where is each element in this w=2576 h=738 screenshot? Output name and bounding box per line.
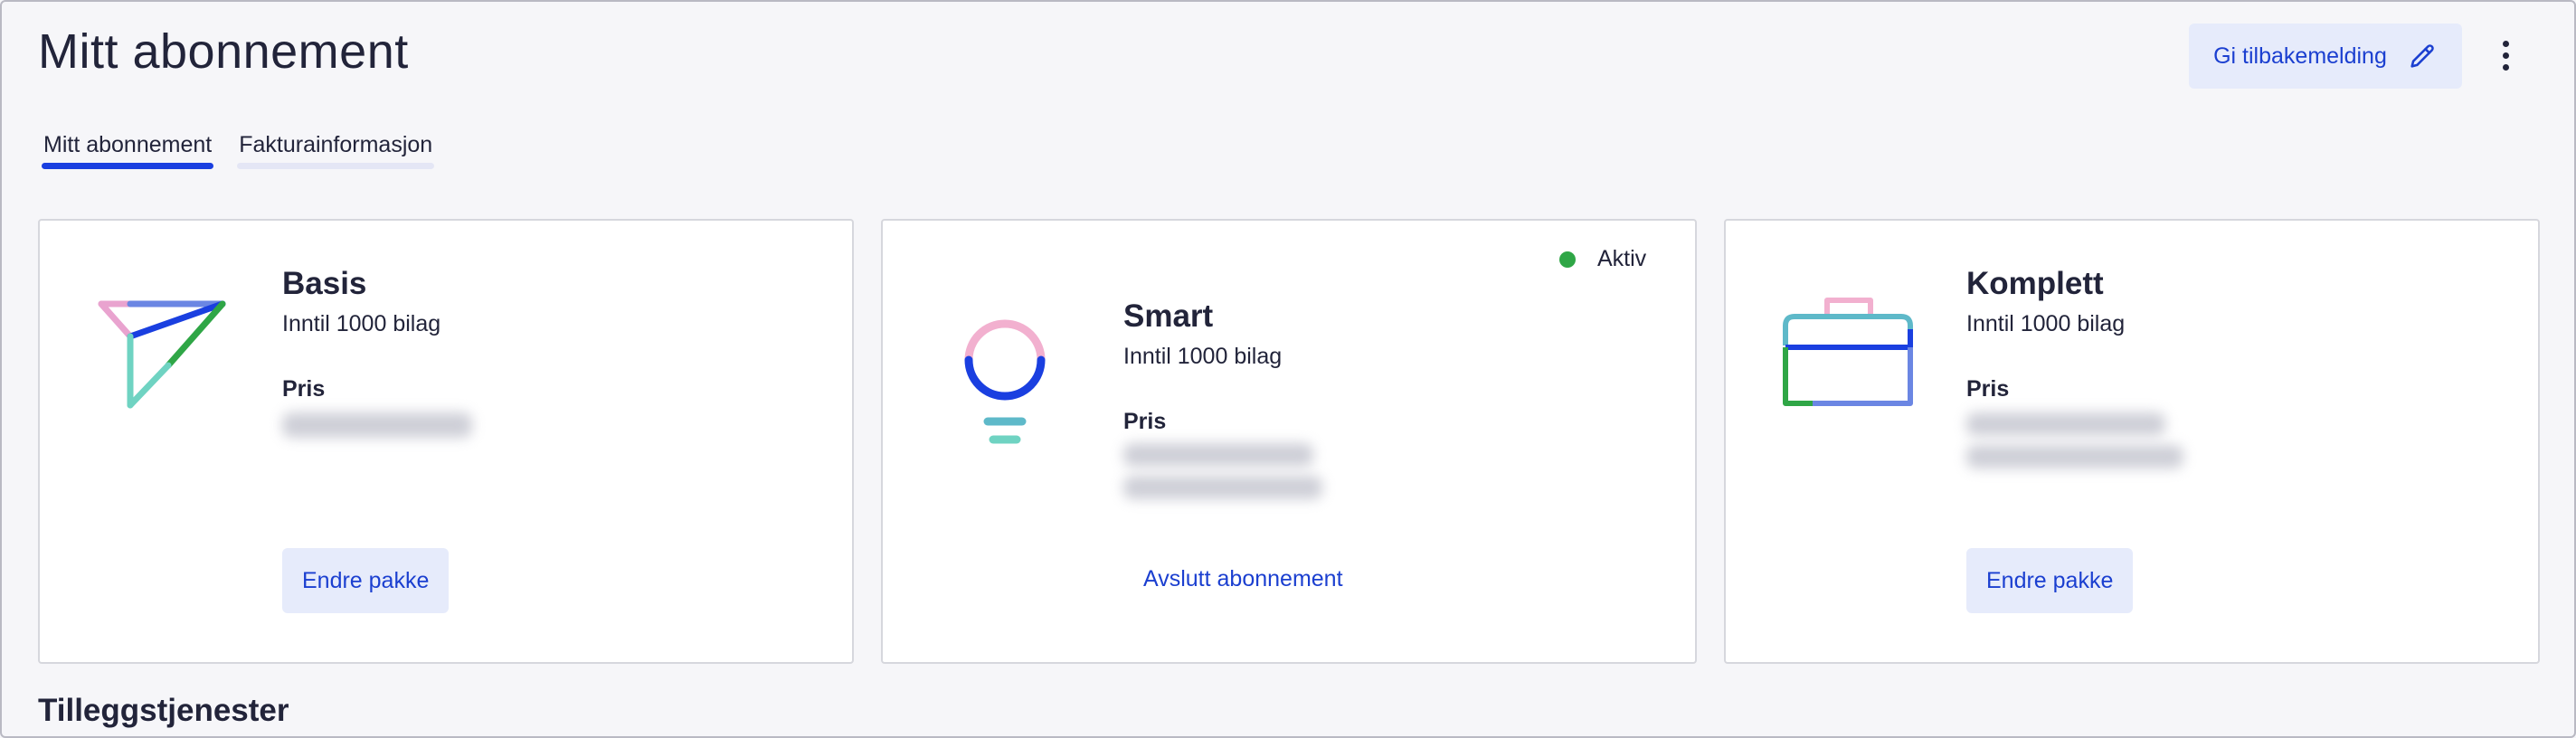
tab-bar: Mitt abonnement Fakturainformasjon (42, 132, 435, 169)
plan-limit: Inntil 1000 bilag (1966, 311, 2126, 336)
status-badge: Aktiv (1559, 246, 1646, 272)
section-title-addons: Tilleggstjenester (38, 693, 289, 728)
change-plan-button[interactable]: Endre pakke (282, 548, 450, 613)
tab-mitt-abonnement[interactable]: Mitt abonnement (42, 132, 214, 169)
change-plan-button[interactable]: Endre pakke (1966, 548, 2134, 613)
plan-name: Basis (282, 266, 367, 301)
more-options-button[interactable] (2487, 33, 2524, 78)
plan-name: Smart (1123, 298, 1214, 334)
paper-plane-icon (98, 300, 226, 409)
price-value-redacted (282, 412, 472, 438)
status-label: Aktiv (1597, 246, 1647, 271)
tab-label: Fakturainformasjon (239, 132, 433, 157)
page-title: Mitt abonnement (38, 24, 409, 79)
briefcase-icon (1783, 298, 1913, 406)
plan-limit: Inntil 1000 bilag (1123, 344, 1283, 369)
price-value-redacted (1966, 445, 2183, 468)
cancel-subscription-link[interactable]: Avslutt abonnement (1143, 566, 1343, 592)
price-label: Pris (282, 376, 326, 402)
status-dot (1559, 251, 1576, 268)
plan-card-komplett: Komplett Inntil 1000 bilag Pris Endre pa… (1724, 219, 2540, 664)
price-value-redacted (1123, 443, 1313, 467)
plan-card-basis: Basis Inntil 1000 bilag Pris Endre pakke (38, 219, 854, 664)
price-label: Pris (1966, 376, 2010, 402)
lightbulb-icon (964, 319, 1046, 444)
plan-name: Komplett (1966, 266, 2104, 301)
more-vertical-icon (2502, 40, 2509, 47)
price-label: Pris (1123, 409, 1167, 434)
plan-limit: Inntil 1000 bilag (282, 311, 441, 336)
plan-card-smart: Aktiv Smart Inntil 1000 bilag Pris Avslu… (881, 219, 1697, 664)
price-value-redacted (1123, 476, 1322, 499)
tab-fakturainformasjon[interactable]: Fakturainformasjon (237, 132, 435, 169)
price-value-redacted (1966, 412, 2165, 436)
feedback-button[interactable]: Gi tilbakemelding (2189, 24, 2462, 89)
feedback-button-label: Gi tilbakemelding (2213, 43, 2387, 69)
pencil-icon (2410, 44, 2434, 68)
tab-label: Mitt abonnement (43, 132, 213, 157)
